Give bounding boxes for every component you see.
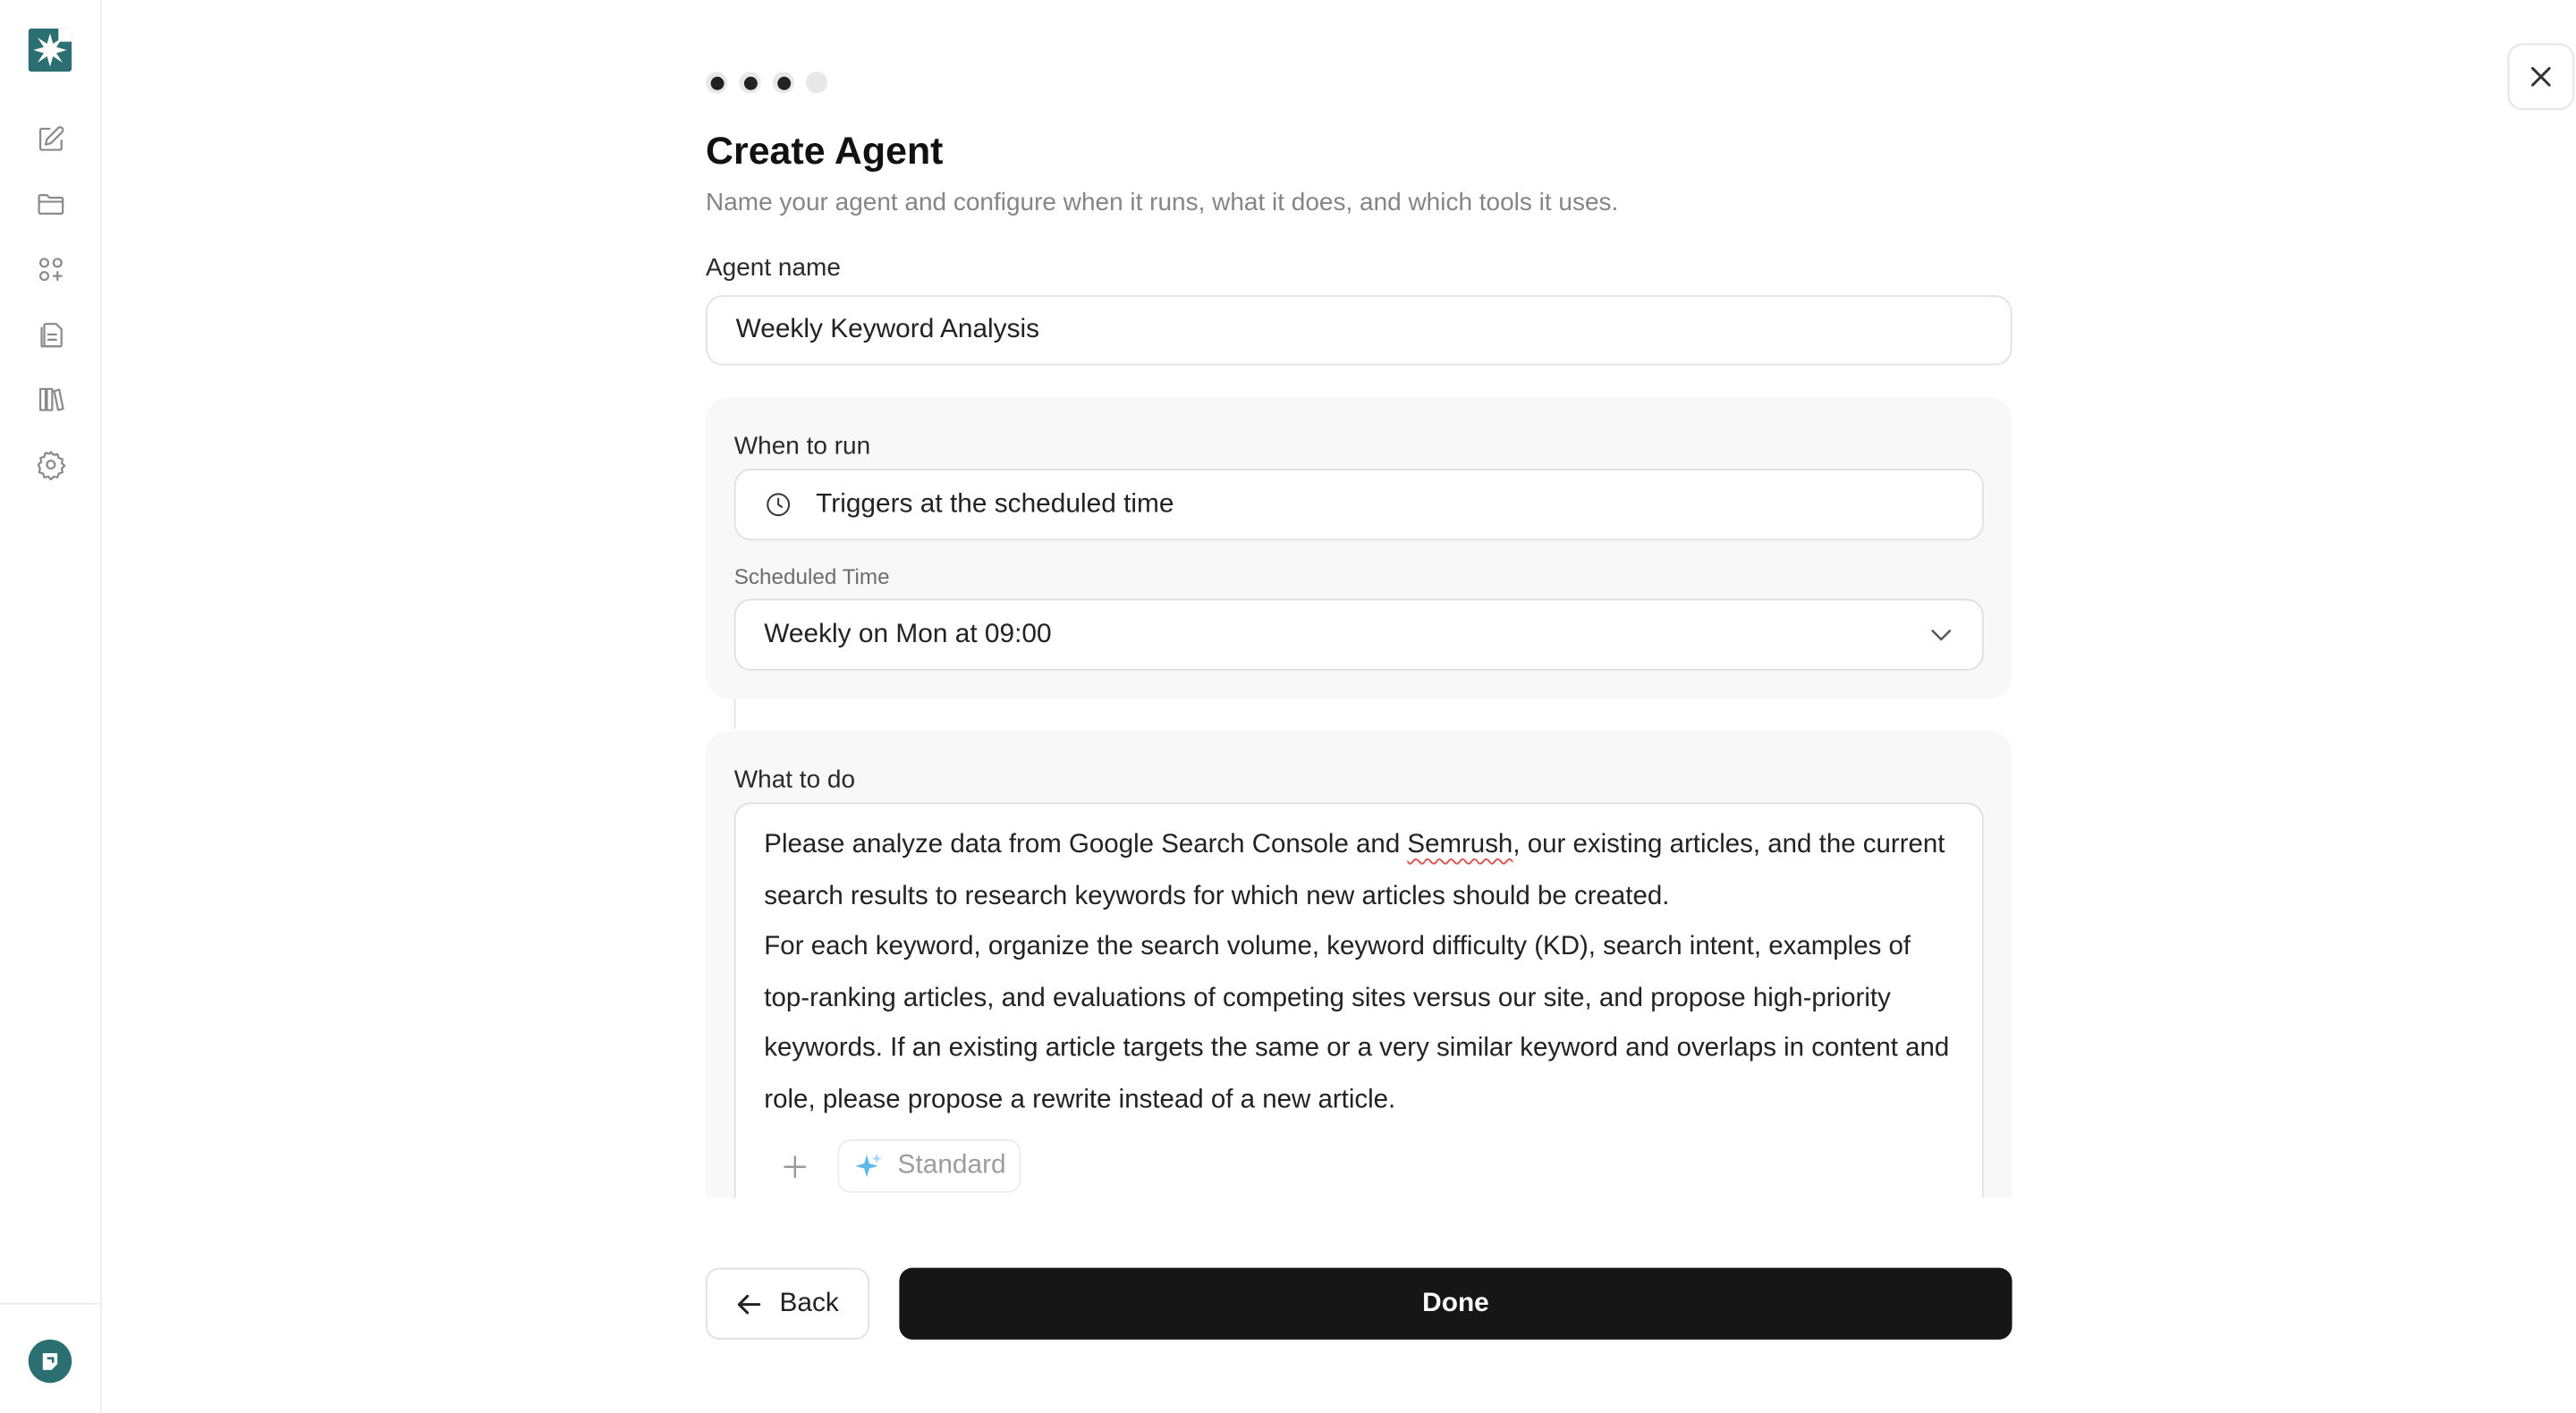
close-icon	[2531, 66, 2551, 87]
model-label: Standard	[897, 1151, 1006, 1180]
trigger-field[interactable]: Triggers at the scheduled time	[733, 469, 1984, 541]
prompt-text-part: Please analyze data from Google Search C…	[764, 830, 1408, 859]
scroll-fade	[706, 1197, 2012, 1248]
library-icon[interactable]	[30, 378, 71, 419]
add-attachment-button[interactable]	[777, 1149, 810, 1182]
edit-icon[interactable]	[30, 118, 71, 158]
section-connector	[733, 698, 736, 730]
close-button[interactable]	[2507, 43, 2575, 111]
back-button[interactable]: Back	[706, 1267, 869, 1340]
step-dot	[805, 72, 828, 94]
agent-name-input[interactable]	[706, 295, 2012, 366]
step-indicator	[706, 72, 828, 94]
prompt-text-part: , our existing articles, and the current…	[764, 830, 1950, 1114]
plus-icon	[783, 1155, 806, 1178]
page-title: Create Agent	[706, 128, 944, 173]
apps-icon[interactable]	[30, 249, 71, 289]
prompt-misspelled-word: Semrush	[1407, 830, 1513, 859]
starburst-logo-icon[interactable]	[28, 28, 72, 72]
trigger-text: Triggers at the scheduled time	[816, 489, 1174, 519]
step-dot	[706, 72, 728, 94]
chevron-down-icon	[1931, 630, 1952, 641]
when-to-run-label: When to run	[733, 432, 871, 461]
page-subtitle: Name your agent and configure when it ru…	[706, 188, 1619, 217]
document-icon[interactable]	[30, 314, 71, 354]
folder-icon[interactable]	[30, 183, 71, 224]
sparkle-icon	[855, 1153, 882, 1178]
arrow-left-icon	[738, 1293, 761, 1314]
step-dot	[772, 72, 794, 94]
what-to-do-label: What to do	[733, 766, 856, 794]
model-selector-button[interactable]: Standard	[837, 1139, 1021, 1193]
back-label: Back	[779, 1288, 839, 1317]
scheduled-time-select[interactable]: Weekly on Mon at 09:00	[733, 598, 1984, 671]
clock-icon	[767, 493, 791, 517]
agent-name-label: Agent name	[706, 253, 841, 283]
app-root: Create Agent Name your agent and configu…	[0, 0, 2576, 1413]
gear-icon[interactable]	[30, 444, 71, 484]
sidebar-divider	[0, 1302, 100, 1305]
scheduled-time-value: Weekly on Mon at 09:00	[764, 619, 1052, 648]
done-button[interactable]: Done	[899, 1267, 2012, 1340]
user-avatar-icon[interactable]	[28, 1339, 72, 1383]
step-dot	[739, 72, 761, 94]
scheduled-time-label: Scheduled Time	[733, 563, 890, 589]
prompt-text: Please analyze data from Google Search C…	[764, 821, 1957, 1126]
sidebar	[0, 0, 102, 1413]
